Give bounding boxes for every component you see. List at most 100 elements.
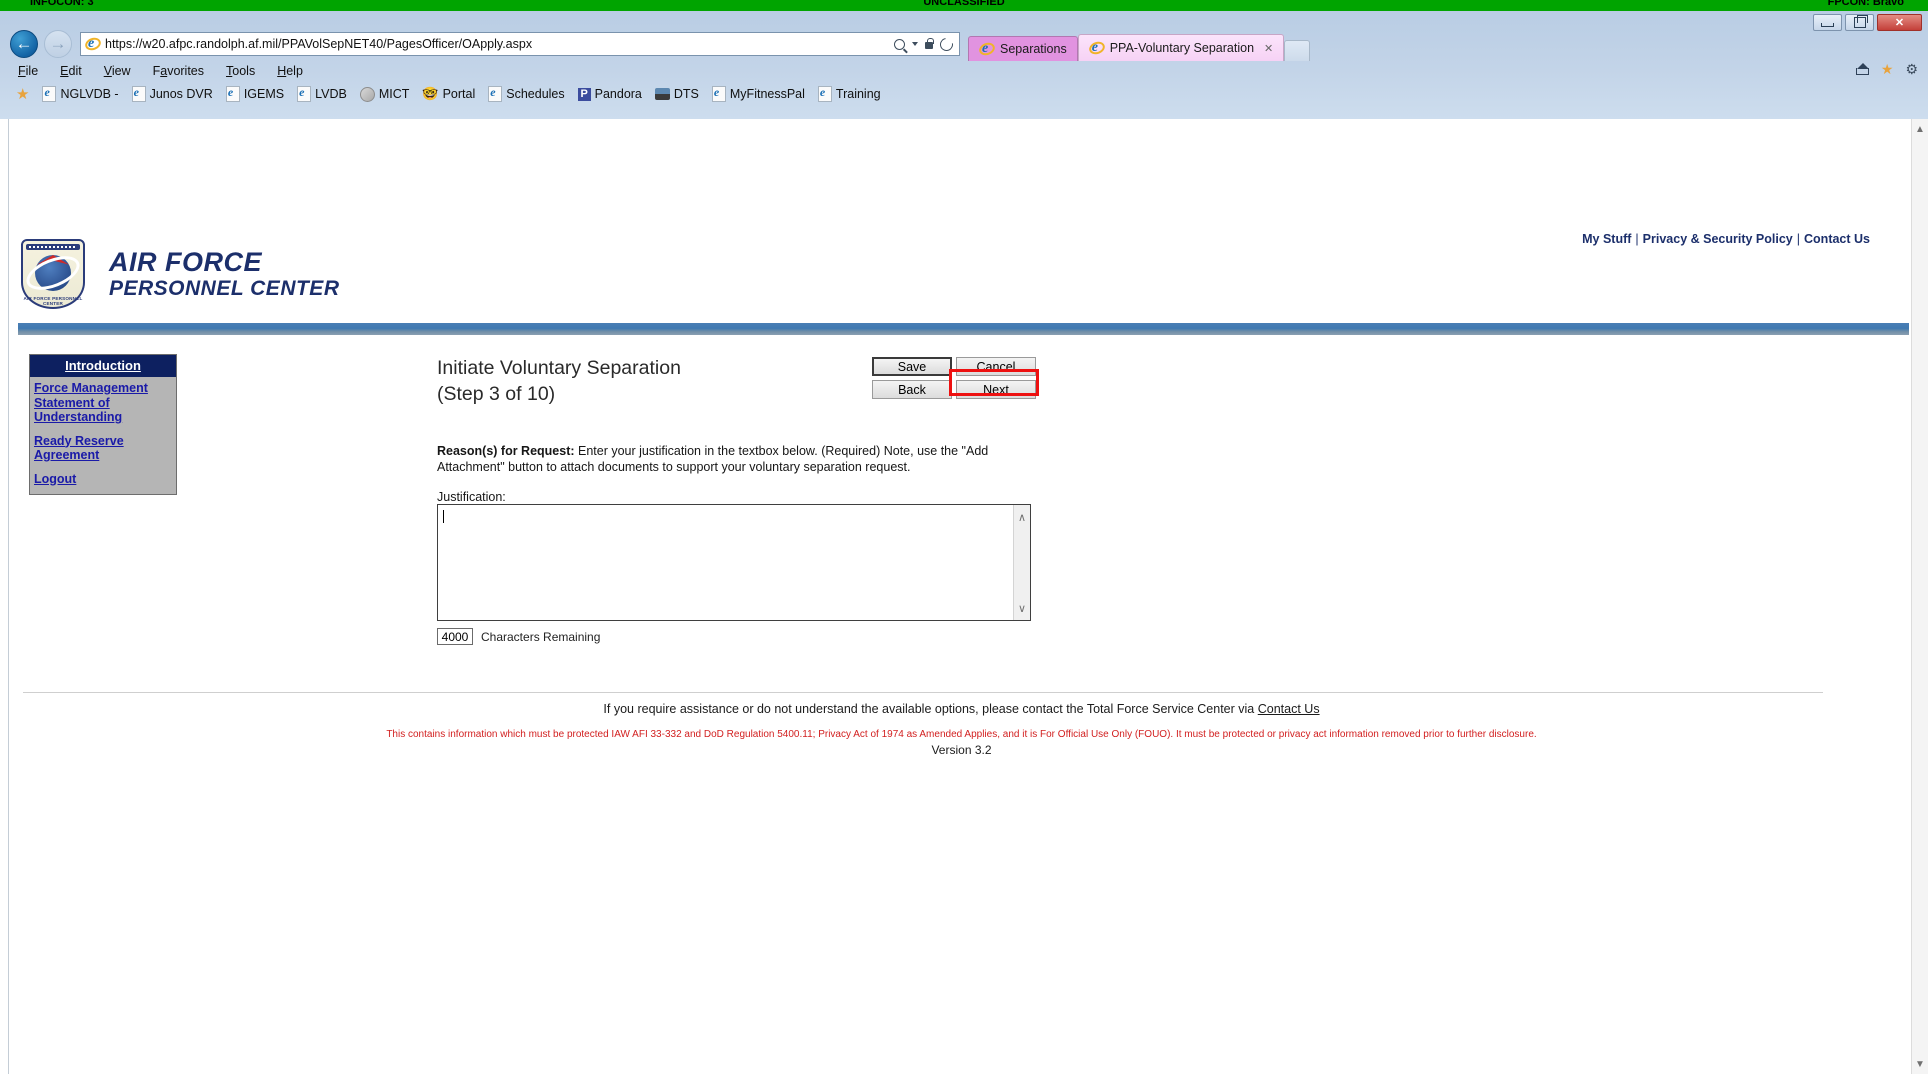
chevron-down-icon[interactable] [912,42,918,46]
ie-doc-icon [225,85,240,102]
tab-favicon-icon: e [977,40,997,58]
fouo-notice: This contains information which must be … [386,729,1537,740]
favorite-portal[interactable]: 🤓 Portal [422,86,475,102]
page-scrollbar[interactable]: ▲ ▼ [1911,119,1928,1074]
scroll-down-icon[interactable]: ∨ [1014,600,1030,616]
characters-remaining-label: Characters Remaining [481,630,601,644]
menu-edit[interactable]: Edit [60,64,82,78]
ie-doc-icon [131,85,146,102]
search-icon[interactable] [894,38,905,50]
dts-icon [654,88,670,100]
favorite-mict[interactable]: MICT [359,86,410,102]
link-separator: | [1635,232,1639,246]
new-tab-button[interactable] [1284,40,1311,61]
menu-view[interactable]: View [104,64,131,78]
utility-links: My Stuff | Privacy & Security Policy | Conta… [1582,232,1870,246]
justification-label: Justification: [437,490,506,504]
page-scroll-up-icon[interactable]: ▲ [1912,121,1928,137]
pandora-p-icon: P [577,87,591,101]
browser-chrome: ✕ ← → e https://w20.afpc.randolph.af.mil… [0,11,1928,120]
sidebar-item-ready-reserve-agreement[interactable]: Ready Reserve Agreement [34,434,173,463]
page-title-line-2: (Step 3 of 10) [437,383,556,405]
brand-line-2: PERSONNEL CENTER [109,277,340,300]
footer-divider [23,692,1823,693]
fpcon-label: FPCON: Bravo [1827,0,1904,8]
next-button[interactable]: Next [956,380,1036,399]
menu-help[interactable]: Help [277,64,303,78]
favorite-label: Training [835,87,881,101]
assistance-body: If you require assistance or do not unde… [603,702,1258,716]
sidebar-item-force-management-sou[interactable]: Force Management Statement of Understand… [34,381,173,425]
favorite-label: Schedules [506,87,565,101]
ie-doc-icon [297,85,312,102]
menu-file[interactable]: File [18,64,38,78]
brand-line-1: AIR FORCE [109,247,262,277]
address-bar[interactable]: e https://w20.afpc.randolph.af.mil/PPAVo… [80,32,960,56]
sidebar: Introduction Force Management Statement … [29,354,177,495]
link-my-stuff[interactable]: My Stuff [1582,232,1631,246]
version-label: Version 3.2 [931,743,992,757]
text-cursor [443,510,444,523]
menu-favorites[interactable]: Favorites [153,64,204,78]
forward-button[interactable]: → [44,30,72,58]
favorite-junos-dvr[interactable]: Junos DVR [131,85,213,102]
tab-separations[interactable]: e Separations [968,36,1078,61]
link-contact-us-footer[interactable]: Contact Us [1258,702,1320,716]
internet-explorer-icon: e [83,35,103,53]
favorite-igems[interactable]: IGEMS [225,85,285,102]
favorite-label: LVDB [315,87,347,101]
sidebar-item-logout[interactable]: Logout [34,472,173,487]
justification-scrollbar[interactable]: ∧ ∨ [1013,505,1030,620]
favorite-lvdb[interactable]: LVDB [297,85,347,102]
browser-navigation-row: ← → e https://w20.afpc.randolph.af.mil/P… [0,27,1928,76]
menu-bar: File Edit View Favorites Tools Help [0,61,1928,81]
menu-tools[interactable]: Tools [226,64,255,78]
address-bar-icons [894,34,956,54]
favorite-schedules[interactable]: Schedules [488,85,565,102]
favorites-add-button[interactable]: ★ [16,85,29,103]
page-scroll-down-icon[interactable]: ▼ [1912,1056,1928,1072]
favorite-label: MICT [378,87,410,101]
ie-doc-icon [42,85,57,102]
favorite-label: IGEMS [243,87,285,101]
cancel-button[interactable]: Cancel [956,357,1036,376]
assistance-text: If you require assistance or do not unde… [9,702,1914,716]
scroll-up-icon[interactable]: ∧ [1014,509,1030,525]
refresh-icon[interactable] [937,34,956,54]
add-favorite-star-icon: ★ [16,86,30,103]
sidebar-links: Force Management Statement of Understand… [30,377,176,494]
back-button[interactable]: ← [10,30,38,58]
link-contact-us[interactable]: Contact Us [1804,232,1870,246]
site-branding: AIR FORCE PERSONNEL CENTER AIR FORCE PER… [21,239,339,309]
classification-banner: INFOCON: 3 UNCLASSIFIED FPCON: Bravo [0,0,1928,11]
classification-label: UNCLASSIFIED [923,0,1005,8]
save-button[interactable]: Save [872,357,952,376]
sidebar-heading-text: Introduction [65,358,141,373]
ie-doc-icon [488,85,503,102]
browser-tabs: e Separations e PPA-Voluntary Separation… [968,32,1311,61]
tab-ppa-voluntary-separation[interactable]: e PPA-Voluntary Separation ✕ [1077,34,1285,61]
lock-icon [925,38,934,49]
instruction-text: Reason(s) for Request: Enter your justif… [437,444,1037,475]
page-content: My Stuff | Privacy & Security Policy | Conta… [8,119,1910,1074]
justification-input[interactable]: ∧ ∨ [437,504,1031,621]
tab-close-icon[interactable]: ✕ [1264,42,1273,55]
form-action-buttons: Save Cancel Back Next [872,357,1036,399]
favorite-nglvdb[interactable]: NGLVDB - [42,85,119,102]
address-bar-url: https://w20.afpc.randolph.af.mil/PPAVolS… [105,37,533,51]
tab-label: PPA-Voluntary Separation [1109,41,1255,55]
favorite-dts[interactable]: DTS [654,87,699,101]
favorite-training[interactable]: Training [817,85,881,102]
favorite-label: DTS [673,87,699,101]
favorite-myfitnesspal[interactable]: MyFitnessPal [711,85,805,102]
favorite-pandora[interactable]: P Pandora [577,87,642,101]
sidebar-heading: Introduction [30,355,176,377]
page-viewport: My Stuff | Privacy & Security Policy | Conta… [0,119,1928,1074]
favorites-bar: ★ NGLVDB - Junos DVR IGEMS LVDB MICT 🤓Po… [0,83,1928,105]
page-title-line-1: Initiate Voluntary Separation [437,357,681,379]
back-button[interactable]: Back [872,380,952,399]
link-privacy-security-policy[interactable]: Privacy & Security Policy [1643,232,1793,246]
favorite-label: NGLVDB - [60,87,119,101]
favorite-label: Portal [442,87,476,101]
mict-icon [359,86,375,102]
